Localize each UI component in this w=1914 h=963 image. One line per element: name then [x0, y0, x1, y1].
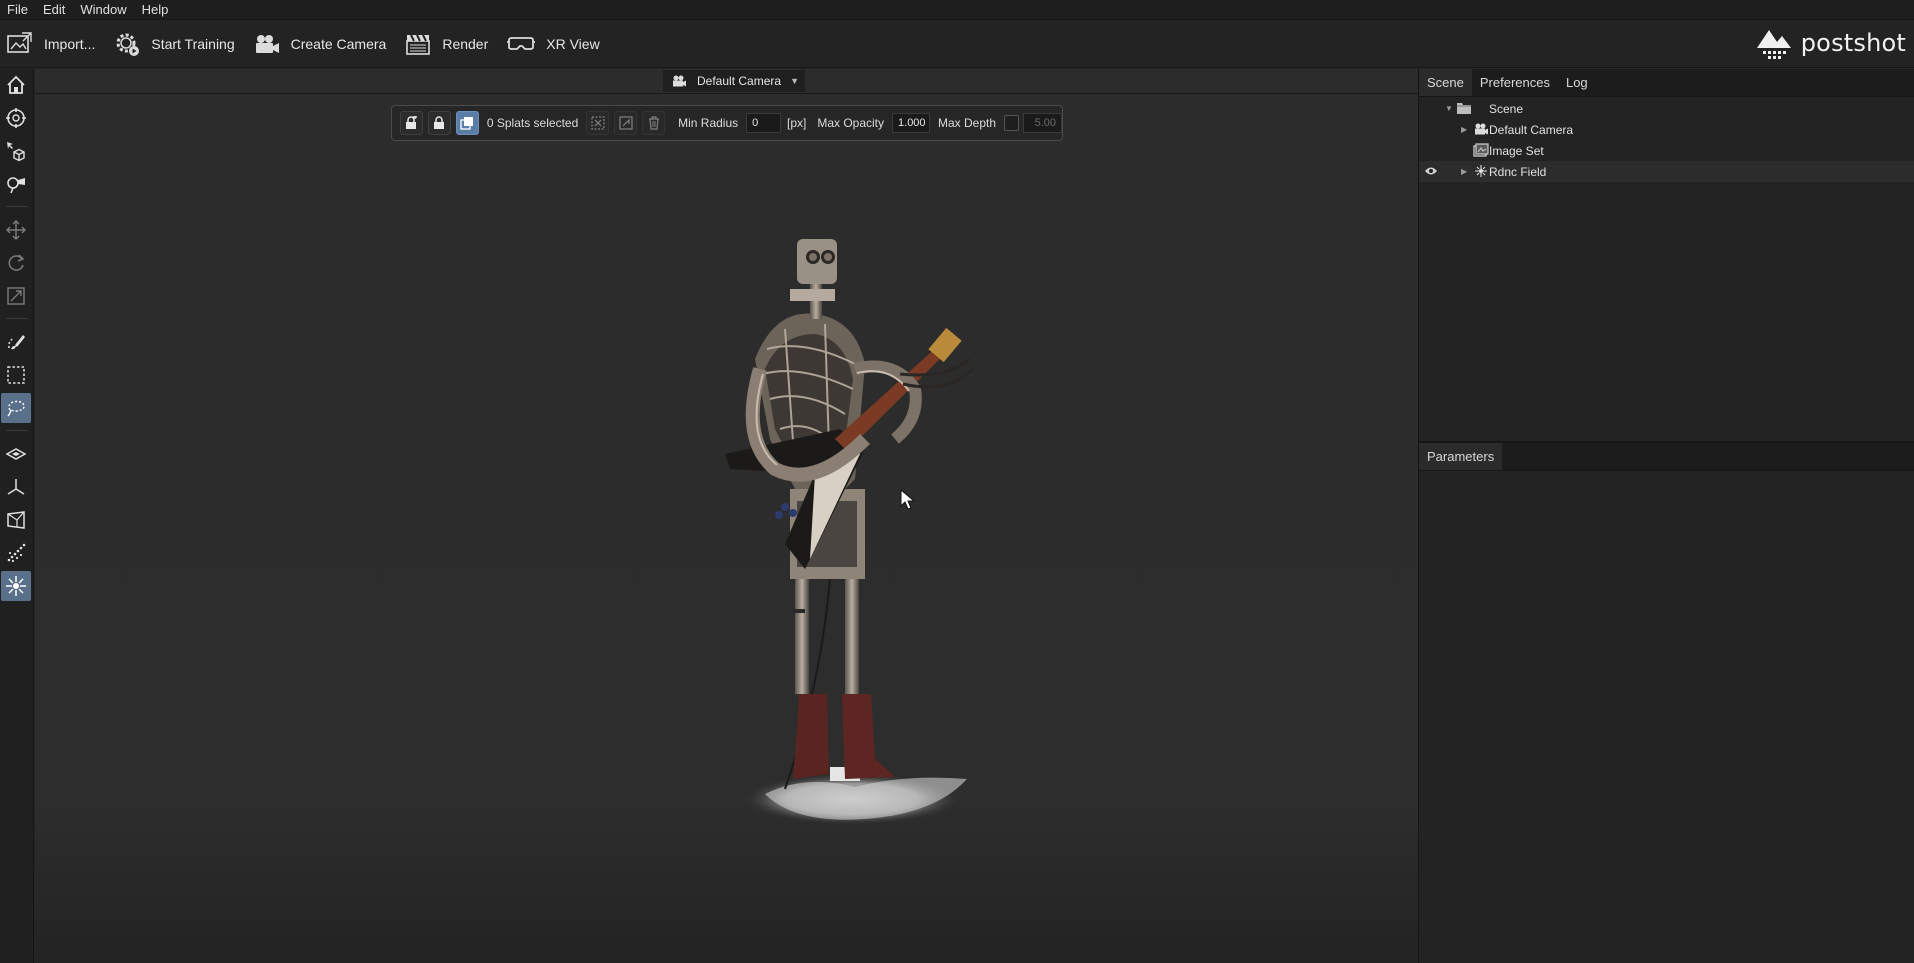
min-radius-input[interactable]: 0 — [746, 113, 781, 133]
clapperboard-icon — [406, 34, 431, 55]
import-icon — [7, 31, 32, 53]
brush-select-icon[interactable] — [1, 327, 31, 357]
toolbar-divider — [6, 318, 28, 319]
tree-item-image-set[interactable]: Image Set — [1419, 140, 1914, 161]
crop-box-icon[interactable] — [1, 505, 31, 535]
tree-item-scene[interactable]: ▼ Scene — [1419, 98, 1914, 119]
tab-log[interactable]: Log — [1558, 69, 1596, 96]
tree-item-rdnc-field[interactable]: ▶ Rdnc Field — [1419, 161, 1914, 182]
parameters-tabs: Parameters — [1419, 443, 1914, 471]
rotate-icon[interactable] — [1, 248, 31, 278]
deselect-icon — [591, 116, 605, 130]
tree-item-label: Image Set — [1489, 143, 1544, 158]
start-training-button[interactable]: Start Training — [107, 24, 246, 64]
postshot-logo: postshot — [1755, 26, 1906, 60]
move-icon[interactable] — [1, 215, 31, 245]
splats-selected-count: 0 Splats selected — [486, 116, 579, 130]
tree-item-label: Default Camera — [1489, 122, 1574, 137]
right-panel: Scene Preferences Log ▼ Scene ▶ Default … — [1418, 69, 1914, 963]
create-camera-button[interactable]: Create Camera — [247, 24, 399, 64]
expand-arrow-icon[interactable]: ▶ — [1461, 167, 1467, 176]
folder-icon — [1457, 103, 1471, 114]
max-depth-checkbox[interactable] — [1004, 115, 1020, 131]
brand-name: postshot — [1800, 29, 1906, 57]
max-depth-input[interactable]: 5.00 — [1023, 113, 1063, 133]
select-add-button[interactable] — [400, 111, 423, 135]
mouse-cursor-icon — [900, 489, 916, 510]
max-depth-label: Max Depth — [938, 116, 997, 130]
video-camera-icon — [255, 34, 279, 53]
select-object-icon[interactable] — [1, 136, 31, 166]
select-subtract-button[interactable] — [427, 111, 451, 135]
min-radius-label: Min Radius — [678, 116, 739, 130]
expand-arrow-icon[interactable]: ▼ — [1445, 104, 1453, 113]
radiance-field-icon[interactable] — [1, 571, 31, 601]
menu-file[interactable]: File — [0, 2, 36, 17]
radiance-field-icon — [1475, 165, 1487, 177]
scene-tree: ▼ Scene ▶ Default Camera Image Set ▶ Rdn… — [1419, 97, 1914, 387]
selection-toolbar: 0 Splats selected Min Radius 0 [px] Max … — [391, 105, 1063, 141]
eye-icon[interactable] — [1424, 166, 1438, 176]
chevron-down-icon: ▼ — [790, 76, 800, 86]
tab-parameters[interactable]: Parameters — [1419, 443, 1503, 470]
deselect-button[interactable] — [586, 111, 610, 135]
menu-bar: File Edit Window Help — [0, 0, 1914, 20]
rect-select-icon[interactable] — [1, 360, 31, 390]
tree-item-default-camera[interactable]: ▶ Default Camera — [1419, 119, 1914, 140]
menu-edit[interactable]: Edit — [36, 2, 73, 17]
menu-help[interactable]: Help — [135, 2, 177, 17]
menu-window[interactable]: Window — [73, 2, 134, 17]
trash-icon — [648, 116, 659, 130]
import-label: Import... — [44, 35, 96, 52]
axis-icon[interactable] — [1, 472, 31, 502]
gear-icon — [116, 33, 140, 56]
create-camera-label: Create Camera — [290, 35, 387, 52]
orbit-icon[interactable] — [1, 103, 31, 133]
toolbar-divider — [6, 206, 28, 207]
xr-view-label: XR View — [546, 35, 600, 52]
tab-scene[interactable]: Scene — [1419, 69, 1472, 96]
camera-icon — [673, 75, 686, 87]
toolbar-divider — [6, 430, 28, 431]
camera-selector-label: Default Camera — [697, 74, 782, 88]
max-opacity-label: Max Opacity — [817, 116, 885, 130]
point-cloud-icon[interactable] — [1, 538, 31, 568]
viewport-header-border — [35, 93, 1418, 94]
delete-selection-button[interactable] — [642, 111, 666, 135]
import-button[interactable]: Import... — [0, 24, 107, 64]
left-toolbar — [0, 69, 34, 963]
lock-add-icon — [406, 116, 418, 129]
panel-tabs: Scene Preferences Log — [1419, 69, 1914, 97]
render-label: Render — [442, 35, 489, 52]
image-set-icon — [1473, 143, 1489, 157]
min-radius-unit: [px] — [786, 116, 807, 130]
xr-view-button[interactable]: XR View — [500, 24, 611, 64]
invert-selection-icon — [619, 116, 633, 130]
max-opacity-input[interactable]: 1.000 — [892, 113, 931, 133]
tree-item-label: Scene — [1489, 101, 1524, 116]
scale-icon[interactable] — [1, 281, 31, 311]
ground-plane-icon[interactable] — [1, 439, 31, 469]
tree-item-label: Rdnc Field — [1489, 164, 1547, 179]
main-toolbar: Import... Start Training Create Camera R… — [0, 20, 1914, 68]
fly-icon[interactable] — [1, 169, 31, 199]
select-replace-button[interactable] — [455, 111, 479, 135]
render-button[interactable]: Render — [398, 24, 500, 64]
3d-viewport[interactable]: Default Camera ▼ 0 Splats selected Min R… — [35, 69, 1418, 963]
postshot-logo-icon — [1756, 30, 1791, 59]
start-training-label: Start Training — [151, 35, 235, 52]
lasso-select-icon[interactable] — [1, 393, 31, 423]
home-icon[interactable] — [1, 70, 31, 100]
camera-icon — [1475, 123, 1488, 135]
vr-headset-icon — [507, 36, 536, 50]
lock-subtract-icon — [434, 116, 445, 129]
radiance-field-model — [725, 239, 975, 825]
tab-preferences[interactable]: Preferences — [1472, 69, 1558, 96]
select-replace-icon — [460, 117, 474, 130]
invert-selection-button[interactable] — [614, 111, 638, 135]
camera-selector[interactable]: Default Camera ▼ — [663, 70, 806, 92]
expand-arrow-icon[interactable]: ▶ — [1461, 125, 1467, 134]
